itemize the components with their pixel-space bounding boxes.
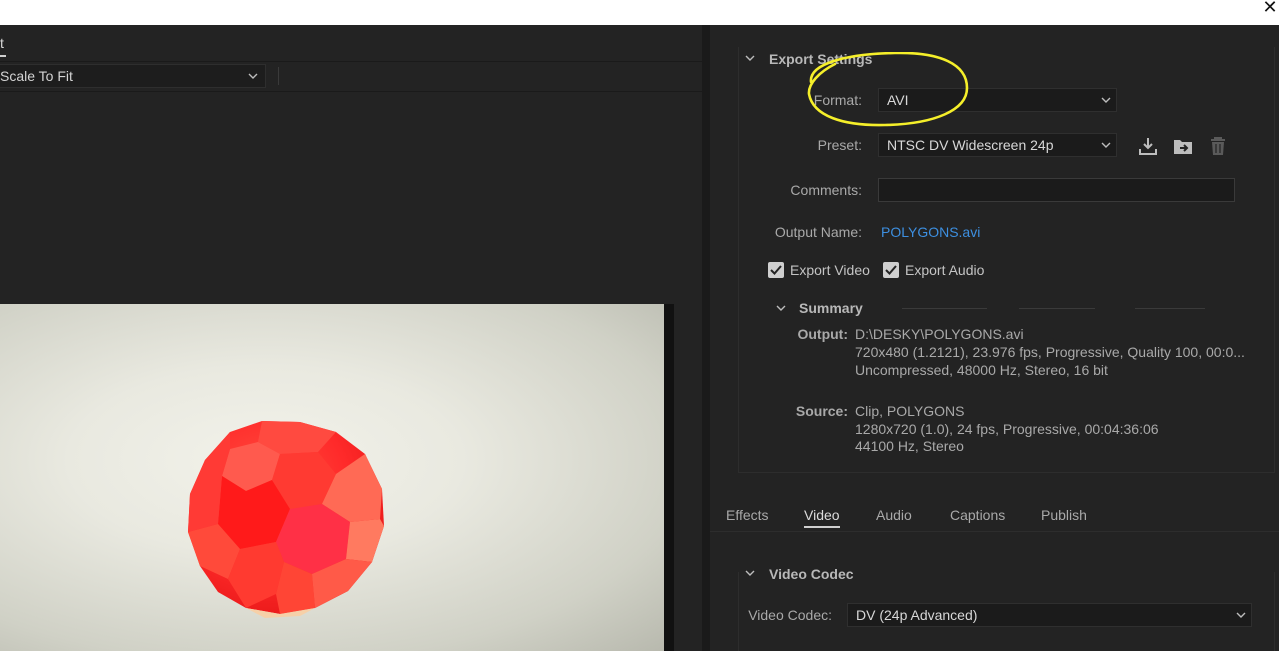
export-video-checkbox[interactable]: Export Video: [768, 262, 870, 278]
video-codec-dropdown[interactable]: DV (24p Advanced): [847, 603, 1252, 627]
summary-output-audio: Uncompressed, 48000 Hz, Stereo, 16 bit: [855, 362, 1108, 378]
chevron-down-icon: [1101, 142, 1111, 148]
summary-output-path: D:\DESKY\POLYGONS.avi: [855, 326, 1024, 342]
polygon-ball-image: [188, 421, 384, 618]
summary-source-clip: Clip, POLYGONS: [855, 403, 965, 419]
chevron-down-icon: [1236, 612, 1246, 618]
output-name-link[interactable]: POLYGONS.avi: [881, 224, 980, 240]
summary-divider: [1019, 308, 1095, 309]
panel-divider[interactable]: [702, 25, 710, 651]
trash-icon[interactable]: [1207, 135, 1229, 157]
summary-divider: [902, 308, 987, 309]
format-value: AVI: [887, 92, 909, 108]
summary-source-key: Source:: [795, 403, 848, 419]
export-settings-panel: Export Settings Format: AVI Preset: NTSC…: [710, 25, 1279, 651]
save-preset-icon[interactable]: [1137, 135, 1159, 157]
source-preview-panel: t Scale To Fit: [0, 25, 702, 651]
output-name-label: Output Name:: [774, 224, 862, 240]
format-dropdown[interactable]: AVI: [878, 88, 1117, 112]
video-codec-label: Video Codec:: [748, 607, 832, 623]
preset-value: NTSC DV Widescreen 24p: [887, 137, 1054, 153]
title-bar: ✕: [0, 0, 1279, 25]
tab-audio[interactable]: Audio: [876, 507, 912, 523]
summary-divider: [1135, 308, 1205, 309]
format-label: Format:: [813, 92, 862, 108]
export-audio-checkbox[interactable]: Export Audio: [883, 262, 984, 278]
close-icon[interactable]: ✕: [1261, 0, 1279, 16]
summary-source-video: 1280x720 (1.0), 24 fps, Progressive, 00:…: [855, 421, 1159, 437]
tab-video[interactable]: Video: [804, 507, 840, 528]
export-video-label: Export Video: [790, 262, 870, 278]
tab-effects[interactable]: Effects: [726, 507, 769, 523]
preset-dropdown[interactable]: NTSC DV Widescreen 24p: [878, 133, 1117, 157]
summary-title: Summary: [799, 300, 863, 316]
settings-tabs: Effects Video Audio Captions Publish: [710, 499, 1279, 532]
comments-label: Comments:: [790, 182, 862, 198]
checkbox-checked-icon: [883, 262, 899, 278]
summary-output-key: Output:: [797, 326, 848, 342]
tab-output[interactable]: t: [0, 35, 6, 57]
toolbar-separator: [278, 67, 279, 85]
left-tab-row: t: [0, 25, 702, 62]
chevron-down-icon[interactable]: [744, 567, 756, 579]
export-settings-title: Export Settings: [769, 51, 873, 67]
preset-label: Preset:: [817, 137, 862, 153]
video-preview: [0, 304, 664, 651]
tab-captions[interactable]: Captions: [950, 507, 1005, 523]
scale-select-value: Scale To Fit: [0, 68, 73, 84]
video-codec-value: DV (24p Advanced): [856, 607, 978, 623]
video-codec-title: Video Codec: [769, 566, 854, 582]
left-toolbar: Scale To Fit: [0, 62, 702, 92]
chevron-down-icon: [1101, 97, 1111, 103]
export-audio-label: Export Audio: [905, 262, 985, 278]
summary-output-video: 720x480 (1.2121), 23.976 fps, Progressiv…: [855, 344, 1245, 360]
comments-input[interactable]: [878, 178, 1235, 202]
import-preset-icon[interactable]: [1172, 135, 1194, 157]
scale-to-fit-select[interactable]: Scale To Fit: [0, 64, 266, 88]
chevron-down-icon[interactable]: [744, 52, 756, 64]
checkbox-checked-icon: [768, 262, 784, 278]
chevron-down-icon: [248, 73, 258, 79]
chevron-down-icon[interactable]: [775, 302, 787, 314]
summary-source-audio: 44100 Hz, Stereo: [855, 438, 964, 454]
tab-publish[interactable]: Publish: [1041, 507, 1087, 523]
